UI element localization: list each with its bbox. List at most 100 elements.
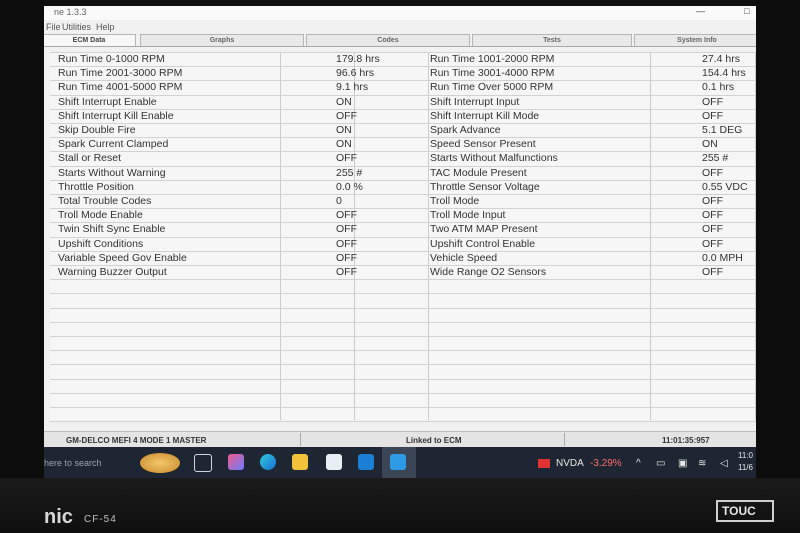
tab-graphs[interactable]: Graphs — [140, 34, 304, 46]
left-param-name: Stall or Reset — [58, 152, 122, 164]
menu-bar: File Utilities Help — [44, 21, 756, 33]
right-param-name: Run Time 3001-4000 RPM — [430, 67, 555, 79]
right-param-name: Speed Sensor Present — [430, 138, 536, 150]
ecm-data-grid: Run Time 0-1000 RPM 179.8 hrs Run Time 100… — [50, 52, 756, 422]
left-param-name: Troll Mode Enable — [58, 209, 143, 221]
right-param-value: 5.1 DEG — [702, 124, 743, 136]
grid-row-line — [50, 279, 756, 280]
stock-name: NVDA — [556, 458, 584, 469]
menu-utilities[interactable]: Utilities — [62, 22, 91, 32]
tab-ecm-data[interactable]: ECM Data — [44, 34, 136, 46]
status-link: Linked to ECM — [406, 436, 462, 445]
copilot-icon[interactable] — [228, 454, 244, 470]
battery-icon[interactable]: ▣ — [678, 458, 687, 469]
right-param-value: OFF — [702, 266, 723, 278]
right-param-value: OFF — [702, 195, 723, 207]
clock-date[interactable]: 11/6 — [738, 463, 753, 472]
left-param-value: 96.6 hrs — [336, 67, 374, 79]
right-param-value: 154.4 hrs — [702, 67, 746, 79]
right-param-name: TAC Module Present — [430, 167, 527, 179]
right-param-name: Starts Without Malfunctions — [430, 152, 558, 164]
grid-row-line — [50, 379, 756, 380]
volume-icon[interactable]: ◁ — [720, 458, 728, 469]
table-row[interactable]: Run Time 0-1000 RPM 179.8 hrs Run Time 100… — [50, 52, 756, 66]
left-param-value: OFF — [336, 209, 357, 221]
minimize-button[interactable]: — — [696, 6, 705, 16]
left-param-name: Total Trouble Codes — [58, 195, 152, 207]
menu-file[interactable]: File — [46, 22, 61, 32]
right-param-value: OFF — [702, 238, 723, 250]
right-param-name: Troll Mode — [430, 195, 480, 207]
left-param-name: Run Time 0-1000 RPM — [58, 53, 165, 65]
table-row[interactable]: Variable Speed Gov Enable OFF Vehicle Spee… — [50, 251, 756, 265]
table-row[interactable]: Skip Double Fire ON Spark Advance 5.1 DEG — [50, 123, 756, 137]
edge-icon[interactable] — [260, 454, 276, 470]
right-param-name: Spark Advance — [430, 124, 501, 136]
right-param-name: Shift Interrupt Input — [430, 96, 520, 108]
search-highlight-image — [140, 453, 180, 473]
bezel-right — [756, 0, 800, 533]
network-icon[interactable]: ▭ — [656, 458, 665, 469]
clock-time[interactable]: 11:0 — [738, 451, 753, 460]
grid-row-line — [50, 308, 756, 309]
grid-row-line — [50, 393, 756, 394]
stock-change: -3.29% — [590, 458, 622, 469]
file-explorer-icon[interactable] — [292, 454, 308, 470]
menu-help[interactable]: Help — [96, 22, 115, 32]
table-row[interactable]: Spark Current Clamped ON Speed Sensor Pres… — [50, 137, 756, 151]
screen: ne 1.3.3 — □ File Utilities Help ECM Dat… — [44, 6, 756, 478]
status-bar: GM-DELCO MEFI 4 MODE 1 MASTER Linked to … — [44, 431, 756, 448]
table-row[interactable]: Stall or Reset OFF Starts Without Malfunct… — [50, 151, 756, 165]
right-param-name: Throttle Sensor Voltage — [430, 181, 540, 193]
tab-codes[interactable]: Codes — [306, 34, 470, 46]
right-param-name: Vehicle Speed — [430, 252, 498, 264]
table-row[interactable]: Shift Interrupt Enable ON Shift Interrupt … — [50, 95, 756, 109]
left-param-value: 0 — [336, 195, 342, 207]
taskbar: here to search NVDA -3.29% ^ ▭ ▣ ≋ ◁ 11:… — [44, 447, 756, 478]
left-param-name: Run Time 2001-3000 RPM — [58, 67, 183, 79]
laptop-model: CF-54 — [84, 514, 117, 525]
left-param-name: Skip Double Fire — [58, 124, 136, 136]
right-param-value: OFF — [702, 167, 723, 179]
table-row[interactable]: Run Time 2001-3000 RPM 96.6 hrs Run Time 3… — [50, 66, 756, 80]
left-param-value: 179.8 hrs — [336, 53, 380, 65]
maximize-button[interactable]: □ — [744, 6, 749, 16]
store-icon[interactable] — [326, 454, 342, 470]
outlook-icon[interactable] — [358, 454, 374, 470]
scanner-app-icon[interactable] — [390, 454, 406, 470]
grid-row-line — [50, 364, 756, 365]
right-param-value: OFF — [702, 223, 723, 235]
table-row[interactable]: Upshift Conditions OFF Upshift Control Ena… — [50, 237, 756, 251]
grid-row-line — [50, 350, 756, 351]
left-param-value: ON — [336, 138, 352, 150]
search-placeholder: here to search — [44, 458, 102, 468]
tab-tests[interactable]: Tests — [472, 34, 632, 46]
tab-strip: ECM Data Graphs Codes Tests System Info — [44, 33, 756, 47]
right-param-value: OFF — [702, 209, 723, 221]
task-view-icon[interactable] — [194, 454, 212, 472]
right-param-name: Upshift Control Enable — [430, 238, 536, 250]
table-row[interactable]: Shift Interrupt Kill Enable OFF Shift Inte… — [50, 109, 756, 123]
table-row[interactable]: Total Trouble Codes 0 Troll Mode OFF — [50, 194, 756, 208]
left-param-name: Shift Interrupt Kill Enable — [58, 110, 174, 122]
chevron-up-icon[interactable]: ^ — [636, 458, 641, 469]
tab-system-info[interactable]: System Info — [634, 34, 756, 46]
table-row[interactable]: Throttle Position 0.0 % Throttle Sensor Vo… — [50, 180, 756, 194]
title-bar: ne 1.3.3 — □ — [44, 6, 756, 20]
table-row[interactable]: Run Time 4001-5000 RPM 9.1 hrs Run Time Ov… — [50, 80, 756, 94]
table-row[interactable]: Troll Mode Enable OFF Troll Mode Input OFF — [50, 208, 756, 222]
wifi-icon[interactable]: ≋ — [698, 458, 706, 469]
right-param-value: 0.0 MPH — [702, 252, 743, 264]
table-row[interactable]: Starts Without Warning 255 # TAC Module Pr… — [50, 166, 756, 180]
left-param-value: OFF — [336, 252, 357, 264]
left-param-name: Starts Without Warning — [58, 167, 166, 179]
status-device: GM-DELCO MEFI 4 MODE 1 MASTER — [66, 436, 207, 445]
left-param-value: OFF — [336, 152, 357, 164]
left-param-name: Throttle Position — [58, 181, 134, 193]
window-title: ne 1.3.3 — [54, 7, 87, 17]
grid-row-line — [50, 293, 756, 294]
right-param-name: Run Time 1001-2000 RPM — [430, 53, 555, 65]
table-row[interactable]: Twin Shift Sync Enable OFF Two ATM MAP Pre… — [50, 222, 756, 236]
table-row[interactable]: Warning Buzzer Output OFF Wide Range O2 Se… — [50, 265, 756, 279]
right-param-name: Troll Mode Input — [430, 209, 506, 221]
